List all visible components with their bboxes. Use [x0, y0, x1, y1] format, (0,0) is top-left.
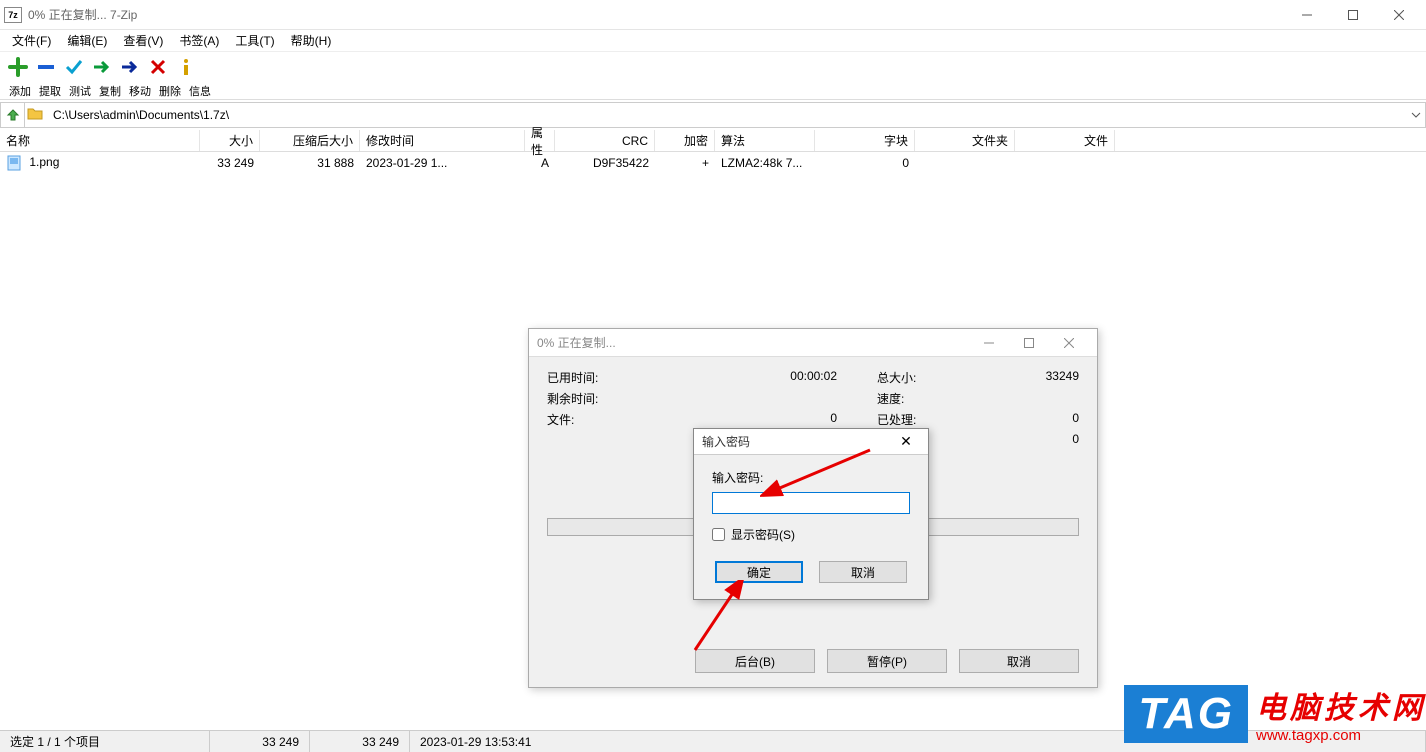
- toolbar-label-add: 添加: [6, 83, 34, 99]
- cancel-button[interactable]: 取消: [959, 649, 1079, 673]
- watermark: TAG 电脑技术网 www.tagxp.com: [1124, 683, 1426, 744]
- watermark-tag: TAG: [1124, 685, 1248, 743]
- background-button[interactable]: 后台(B): [695, 649, 815, 673]
- processed-value: 0: [927, 411, 1079, 428]
- menubar: 文件(F) 编辑(E) 查看(V) 书签(A) 工具(T) 帮助(H): [0, 30, 1426, 52]
- file-size: 33 249: [200, 156, 260, 170]
- col-algo[interactable]: 算法: [715, 130, 815, 151]
- password-input[interactable]: [712, 492, 910, 514]
- file-list[interactable]: 1.png 33 249 31 888 2023-01-29 1... A D9…: [0, 152, 1426, 174]
- move-icon[interactable]: [118, 56, 142, 78]
- copy-icon[interactable]: [90, 56, 114, 78]
- toolbar-label-info: 信息: [186, 83, 214, 99]
- file-packed: 31 888: [260, 156, 360, 170]
- toolbar-label-test: 测试: [66, 83, 94, 99]
- pause-button[interactable]: 暂停(P): [827, 649, 947, 673]
- file-icon: [6, 155, 22, 171]
- col-size[interactable]: 大小: [200, 130, 260, 151]
- col-folder[interactable]: 文件夹: [915, 130, 1015, 151]
- menu-edit[interactable]: 编辑(E): [61, 30, 113, 51]
- info-icon[interactable]: [174, 56, 198, 78]
- total-label: 总大小:: [837, 369, 927, 386]
- col-name[interactable]: 名称: [0, 130, 200, 151]
- maximize-button[interactable]: [1330, 0, 1376, 30]
- app-icon: 7z: [4, 7, 22, 23]
- menu-view[interactable]: 查看(V): [117, 30, 169, 51]
- password-close-button[interactable]: ✕: [892, 430, 920, 454]
- toolbar-labels: 添加 提取 测试 复制 移动 删除 信息: [0, 82, 1426, 100]
- speed-label: 速度:: [837, 390, 927, 407]
- elapsed-label: 已用时间:: [547, 369, 657, 386]
- col-crc[interactable]: CRC: [555, 130, 655, 151]
- menu-bookmark[interactable]: 书签(A): [173, 30, 225, 51]
- password-dialog: 输入密码 ✕ 输入密码: 显示密码(S) 确定 取消: [693, 428, 929, 600]
- password-dialog-title: 输入密码: [702, 433, 892, 450]
- total-value: 33249: [927, 369, 1079, 386]
- status-size1: 33 249: [210, 731, 310, 752]
- path-input[interactable]: [49, 104, 1407, 126]
- password-cancel-button[interactable]: 取消: [819, 561, 907, 583]
- file-name: 1.png: [29, 155, 59, 169]
- password-label: 输入密码:: [712, 469, 910, 486]
- titlebar: 7z 0% 正在复制... 7-Zip: [0, 0, 1426, 30]
- menu-help[interactable]: 帮助(H): [285, 30, 338, 51]
- files-label: 文件:: [547, 411, 657, 428]
- show-password-checkbox[interactable]: [712, 528, 725, 541]
- progress-close-button[interactable]: [1049, 330, 1089, 356]
- ok-button[interactable]: 确定: [715, 561, 803, 583]
- add-icon[interactable]: [6, 56, 30, 78]
- progress-title: 0% 正在复制...: [537, 334, 969, 351]
- col-block[interactable]: 字块: [815, 130, 915, 151]
- delete-icon[interactable]: [146, 56, 170, 78]
- col-enc[interactable]: 加密: [655, 130, 715, 151]
- status-size2: 33 249: [310, 731, 410, 752]
- folder-icon: [27, 106, 45, 124]
- watermark-line1: 电脑技术网: [1256, 683, 1426, 727]
- status-selection: 选定 1 / 1 个项目: [0, 731, 210, 752]
- show-password-label: 显示密码(S): [731, 526, 795, 543]
- toolbar-label-move: 移动: [126, 83, 154, 99]
- file-crc: D9F35422: [555, 156, 655, 170]
- minimize-button[interactable]: [1284, 0, 1330, 30]
- file-block: 0: [815, 156, 915, 170]
- elapsed-value: 00:00:02: [747, 369, 837, 386]
- test-icon[interactable]: [62, 56, 86, 78]
- path-dropdown-button[interactable]: [1407, 103, 1425, 127]
- col-attr[interactable]: 属性: [525, 130, 555, 151]
- col-packed[interactable]: 压缩后大小: [260, 130, 360, 151]
- close-button[interactable]: [1376, 0, 1422, 30]
- files-value: 0: [747, 411, 837, 428]
- menu-file[interactable]: 文件(F): [6, 30, 57, 51]
- remain-value: [747, 390, 837, 407]
- file-enc: +: [655, 156, 715, 170]
- toolbar-label-delete: 删除: [156, 83, 184, 99]
- menu-tools[interactable]: 工具(T): [229, 30, 280, 51]
- pathbar: [0, 102, 1426, 128]
- watermark-line2: www.tagxp.com: [1256, 727, 1426, 744]
- toolbar-label-extract: 提取: [36, 83, 64, 99]
- progress-maximize-button[interactable]: [1009, 330, 1049, 356]
- processed-label: 已处理:: [837, 411, 927, 428]
- extra-value: 0: [927, 432, 1079, 446]
- file-attr: A: [525, 156, 555, 170]
- extract-icon[interactable]: [34, 56, 58, 78]
- progress-minimize-button[interactable]: [969, 330, 1009, 356]
- speed-value: [927, 390, 1079, 407]
- file-algo: LZMA2:48k 7...: [715, 156, 815, 170]
- up-button[interactable]: [1, 103, 25, 127]
- window-title: 0% 正在复制... 7-Zip: [28, 6, 1284, 23]
- toolbar-label-copy: 复制: [96, 83, 124, 99]
- col-mtime[interactable]: 修改时间: [360, 130, 525, 151]
- col-file[interactable]: 文件: [1015, 130, 1115, 151]
- toolbar: [0, 52, 1426, 82]
- list-item[interactable]: 1.png 33 249 31 888 2023-01-29 1... A D9…: [0, 152, 1426, 174]
- remain-label: 剩余时间:: [547, 390, 657, 407]
- file-mtime: 2023-01-29 1...: [360, 156, 525, 170]
- list-header: 名称 大小 压缩后大小 修改时间 属性 CRC 加密 算法 字块 文件夹 文件: [0, 130, 1426, 152]
